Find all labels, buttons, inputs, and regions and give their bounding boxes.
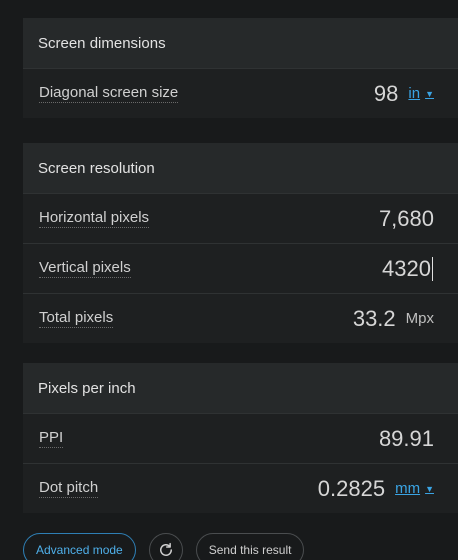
reload-icon — [159, 542, 172, 556]
action-bar: Advanced mode Send this result — [23, 533, 305, 560]
reload-button[interactable] — [148, 533, 183, 560]
ppi-label: PPI — [39, 429, 64, 448]
advanced-mode-button[interactable]: Advanced mode — [23, 533, 136, 560]
screen-dimensions-card: Screen dimensions Diagonal screen size 9… — [23, 18, 458, 118]
caret-down-icon: ▼ — [425, 88, 434, 99]
vertical-label: Vertical pixels — [39, 259, 131, 278]
dot-pitch-label: Dot pitch — [39, 479, 99, 498]
dot-pitch-row: Dot pitch 0.2825 mm ▼ — [23, 463, 458, 513]
total-row: Total pixels 33.2 Mpx — [23, 293, 458, 343]
diagonal-label: Diagonal screen size — [39, 84, 179, 103]
pixels-per-inch-card: Pixels per inch PPI 89.91 Dot pitch 0.28… — [23, 363, 458, 513]
total-label: Total pixels — [39, 309, 114, 328]
diagonal-unit-select[interactable]: in ▼ — [408, 85, 434, 102]
total-unit: Mpx — [405, 310, 434, 327]
diagonal-row: Diagonal screen size 98 in ▼ — [23, 68, 458, 118]
vertical-row: Vertical pixels 4320 — [23, 243, 458, 293]
vertical-input-text: 4320 — [382, 255, 431, 281]
caret-down-icon: ▼ — [425, 483, 434, 494]
calculator-page: Screen dimensions Diagonal screen size 9… — [0, 0, 458, 560]
pixels-per-inch-header: Pixels per inch — [23, 363, 458, 413]
screen-resolution-header: Screen resolution — [23, 143, 458, 193]
vertical-input[interactable]: 4320 — [382, 255, 434, 281]
text-cursor — [432, 256, 433, 281]
screen-dimensions-header: Screen dimensions — [23, 18, 458, 68]
ppi-row: PPI 89.91 — [23, 413, 458, 463]
ppi-value[interactable]: 89.91 — [379, 426, 434, 451]
screen-resolution-card: Screen resolution Horizontal pixels 7,68… — [23, 143, 458, 343]
diagonal-input[interactable]: 98 — [374, 81, 398, 106]
diagonal-unit-label: in — [408, 85, 421, 102]
send-result-button[interactable]: Send this result — [195, 533, 305, 560]
dot-pitch-unit-label: mm — [395, 480, 421, 497]
horizontal-input[interactable]: 7,680 — [379, 206, 434, 231]
dot-pitch-value[interactable]: 0.2825 — [318, 476, 385, 501]
dot-pitch-unit-select[interactable]: mm ▼ — [395, 480, 434, 497]
horizontal-label: Horizontal pixels — [39, 209, 150, 228]
horizontal-row: Horizontal pixels 7,680 — [23, 193, 458, 243]
total-value[interactable]: 33.2 — [353, 306, 396, 331]
